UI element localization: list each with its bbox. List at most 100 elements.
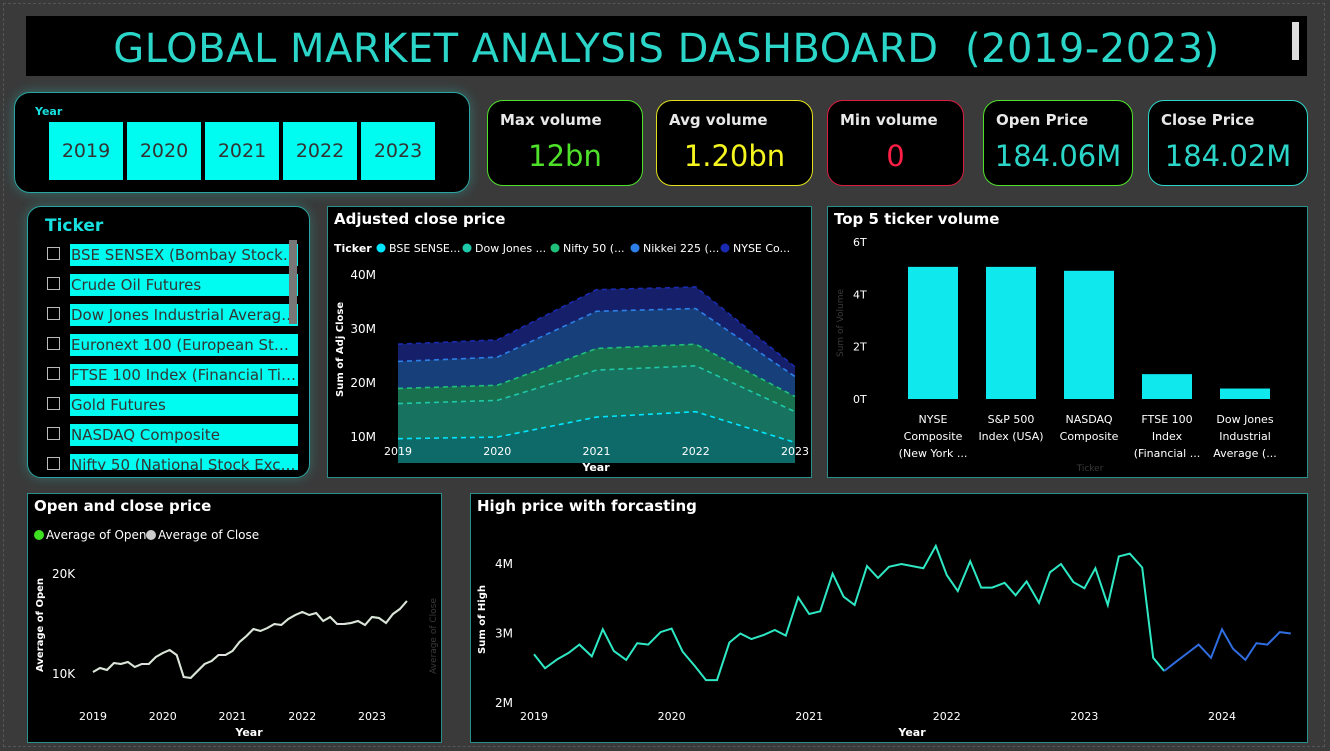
ticker-option[interactable]: Euronext 100 (European Stock Exchange) [44,334,300,364]
legend-label: NYSE Co... [733,242,790,255]
title-bar: GLOBAL MARKET ANALYSIS DASHBOARD (2019-2… [26,16,1307,76]
checkbox[interactable] [47,307,60,320]
year-button-2023[interactable]: 2023 [361,122,435,180]
legend-marker [376,243,386,253]
checkbox[interactable] [47,367,60,380]
x-tick-label: 2020 [483,445,511,458]
legend-label: Nifty 50 (... [563,242,625,255]
x-axis-title: Year [581,461,610,474]
y-tick-label: 4T [853,288,867,301]
x-tick-label: 2020 [149,710,177,723]
ticker-option-label: Gold Futures [70,394,298,416]
ticker-list: BSE SENSEX (Bombay Stock Exchange) Crude… [44,244,300,470]
legend-label: Nikkei 225 (... [643,242,719,255]
year-slicer-label: Year [35,105,63,118]
line-series-1 [1163,626,1291,672]
legend-marker [146,530,156,540]
x-tick-label: NYSE [919,413,948,426]
x-tick-label: 2023 [358,710,386,723]
line-series-0 [533,543,1165,682]
checkbox[interactable] [47,247,60,260]
y-tick-label: 0T [853,393,867,406]
x-tick-label: 2019 [520,710,548,723]
y-tick-label: 30M [350,322,376,336]
kpi-value: 184.02M [1164,139,1292,173]
y-tick-label: 20M [350,376,376,390]
x-tick-label: 2021 [219,710,247,723]
x-tick-label: (New York ... [899,447,968,460]
y-tick-label: 40M [350,268,376,282]
checkbox[interactable] [47,337,60,350]
x-tick-label: 2024 [1208,710,1236,723]
high-forecast-card: High price with forcasting 2M 3M 4M 2019 20… [470,493,1308,743]
y-tick-label: 6T [853,236,867,249]
y-axis-title: Sum of Adj Close [335,302,346,397]
x-tick-label: Composite [1060,430,1119,443]
volume-bar [1142,374,1192,399]
y-axis-title: Sum of Volume [836,288,846,357]
kpi-open-price: Open Price 184.06M [983,100,1133,186]
kpi-close-price: Close Price 184.02M [1148,100,1308,186]
ticker-option[interactable]: FTSE 100 Index (Financial Times Stock Ex… [44,364,300,394]
ticker-option-label: Euronext 100 (European Stock Exchange) [70,334,298,356]
y-axis-title: Average of Open [35,578,46,672]
x-tick-label: 2019 [384,445,412,458]
x-tick-label: Dow Jones [1216,413,1273,426]
checkbox[interactable] [47,427,60,440]
checkbox[interactable] [47,277,60,290]
x-tick-label: Industrial [1219,430,1271,443]
volume-bar [1064,270,1114,399]
checkbox[interactable] [47,457,60,470]
legend-label: BSE SENSE... [389,242,460,255]
ticker-option[interactable]: Crude Oil Futures [44,274,300,304]
volume-bar [908,266,958,399]
year-button-2021[interactable]: 2021 [205,122,279,180]
x-tick-label: Index [1152,430,1183,443]
page-scrollbar[interactable] [1292,22,1299,60]
y-tick-label: 2M [495,696,513,710]
ticker-option[interactable]: Gold Futures [44,394,300,424]
legend-label: Average of Close [158,528,259,542]
x-tick-label: S&P 500 [988,413,1035,426]
legend-marker [720,243,730,253]
ticker-option[interactable]: Dow Jones Industrial Average (USA) [44,304,300,334]
line-series-0 [92,600,408,680]
year-slicer: Year 2019 2020 2021 2022 2023 [14,92,470,193]
ticker-option-label: FTSE 100 Index (Financial Times Stock Ex… [70,364,298,386]
kpi-label: Min volume [840,111,938,129]
legend-label: Dow Jones ... [475,242,546,255]
ticker-option[interactable]: Nifty 50 (National Stock Exchange) [44,454,300,470]
x-tick-label: 2021 [795,710,823,723]
y-tick-label: 10K [52,667,76,681]
checkbox[interactable] [47,397,60,410]
x-tick-label: 2020 [658,710,686,723]
year-button-2019[interactable]: 2019 [49,122,123,180]
y-axis-title-right: Average of Close [429,598,439,674]
ticker-scrollbar[interactable] [289,240,297,324]
legend-marker [34,530,44,540]
legend-title: Ticker [334,242,372,255]
y-tick-label: 2T [853,341,867,354]
x-tick-label: 2022 [933,710,961,723]
x-tick-label: 2021 [583,445,611,458]
top5-volume-card: Top 5 ticker volume 0T 2T 4T 6T NYSE Composi… [827,206,1308,478]
x-tick-label: 2022 [682,445,710,458]
adj-close-card: Adjusted close price Ticker BSE SENSE...… [327,206,812,478]
x-tick-label: 2022 [288,710,316,723]
adj-close-chart: Ticker BSE SENSE... Dow Jones ... Nifty 50… [334,242,809,474]
ticker-option[interactable]: BSE SENSEX (Bombay Stock Exchange) [44,244,300,274]
x-tick-label: 2019 [79,710,107,723]
year-button-2020[interactable]: 2020 [127,122,201,180]
kpi-label: Open Price [996,111,1089,129]
kpi-min-volume: Min volume 0 [827,100,964,186]
kpi-value: 1.20bn [683,139,786,173]
ticker-option[interactable]: NASDAQ Composite [44,424,300,454]
kpi-label: Avg volume [669,111,768,129]
open-close-chart: Average of Open Average of Close 10K 20K 2… [34,528,439,739]
x-tick-label: Composite [904,430,963,443]
kpi-value: 184.06M [994,139,1122,173]
y-tick-label: 3M [495,627,513,641]
y-tick-label: 4M [495,557,513,571]
ticker-option-label: NASDAQ Composite [70,424,298,446]
year-button-2022[interactable]: 2022 [283,122,357,180]
